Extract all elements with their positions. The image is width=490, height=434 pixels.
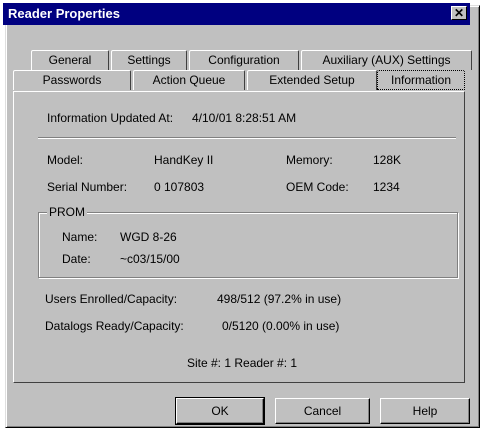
info-updated-label: Information Updated At: [47, 111, 174, 125]
memory-value: 128K [373, 153, 402, 167]
memory-label: Memory: [286, 153, 333, 167]
separator [38, 137, 456, 139]
tab-information[interactable]: Information [377, 70, 465, 90]
tab-auxiliary-settings[interactable]: Auxiliary (AUX) Settings [301, 50, 472, 70]
cancel-button[interactable]: Cancel [275, 398, 370, 424]
prom-name-label: Name: [62, 230, 98, 244]
oem-code-value: 1234 [373, 180, 400, 194]
site-reader-info: Site #: 1 Reader #: 1 [187, 356, 298, 370]
datalogs-ready-value: 0/5120 (0.00% in use) [222, 319, 340, 333]
serial-number-label: Serial Number: [47, 180, 128, 194]
tab-general[interactable]: General [31, 50, 109, 70]
users-enrolled-value: 498/512 (97.2% in use) [217, 292, 342, 306]
model-value: HandKey II [154, 153, 214, 167]
prom-group-title: PROM [47, 205, 87, 219]
close-icon[interactable]: ✕ [451, 6, 467, 20]
serial-number-value: 0 107803 [154, 180, 205, 194]
title-bar: Reader Properties ✕ [3, 3, 470, 25]
prom-group [38, 212, 458, 278]
datalogs-ready-label: Datalogs Ready/Capacity: [45, 319, 184, 333]
users-enrolled-label: Users Enrolled/Capacity: [45, 292, 178, 306]
window-title: Reader Properties [8, 6, 120, 21]
oem-code-label: OEM Code: [286, 180, 349, 194]
tab-action-queue[interactable]: Action Queue [133, 70, 245, 90]
prom-date-label: Date: [62, 252, 91, 266]
prom-name-value: WGD 8-26 [120, 230, 177, 244]
tab-configuration[interactable]: Configuration [189, 50, 299, 70]
tab-settings[interactable]: Settings [111, 50, 187, 70]
info-updated-value: 4/10/01 8:28:51 AM [192, 111, 297, 125]
model-label: Model: [47, 153, 84, 167]
ok-button[interactable]: OK [175, 397, 265, 425]
tab-extended-setup[interactable]: Extended Setup [247, 70, 377, 90]
help-button[interactable]: Help [380, 398, 470, 424]
prom-date-value: ~c03/15/00 [120, 252, 180, 266]
tab-passwords[interactable]: Passwords [13, 70, 131, 90]
